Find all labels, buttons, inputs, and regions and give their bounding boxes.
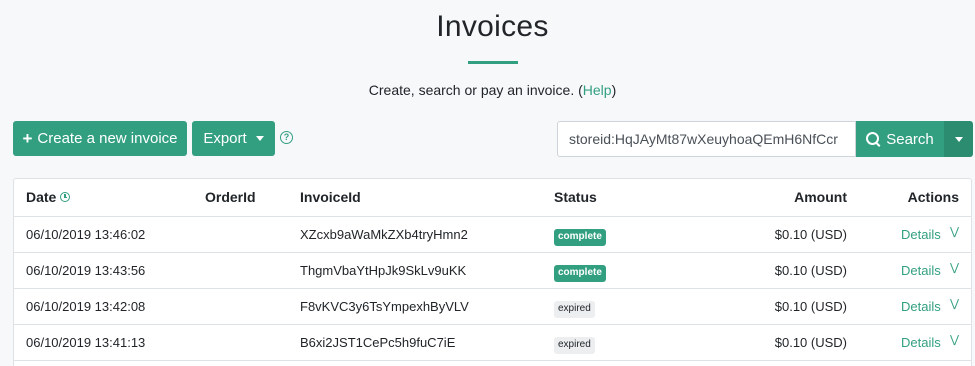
create-invoice-button[interactable]: + Create a new invoice <box>13 121 187 156</box>
search-input[interactable] <box>557 121 856 157</box>
clock-icon[interactable] <box>60 192 71 202</box>
cell-invoice-id: ThgmVbaYtHpJk9SkLv9uKK <box>300 263 467 278</box>
title-underline <box>468 61 518 64</box>
caret-down-icon <box>255 136 264 141</box>
chevron-double-down-icon[interactable]: ⋁ <box>950 297 959 310</box>
details-link[interactable]: Details <box>901 263 941 278</box>
search-icon <box>866 131 880 145</box>
status-badge: expired <box>554 337 595 354</box>
chevron-double-down-icon[interactable]: ⋁ <box>950 261 959 274</box>
table-row: 06/10/2019 13:43:56 ThgmVbaYtHpJk9SkLv9u… <box>14 253 971 289</box>
cell-date: 06/10/2019 13:42:08 <box>26 299 146 314</box>
page-title: Invoices <box>436 10 549 43</box>
cell-invoice-id: XZcxb9aWaMkZXb4tryHmn2 <box>300 227 468 242</box>
cell-amount: $0.10 (USD) <box>774 263 847 278</box>
chevron-double-down-icon[interactable]: ⋁ <box>950 225 959 238</box>
cell-status: complete <box>554 263 606 282</box>
page-subtitle: Create, search or pay an invoice. (Help) <box>0 82 975 98</box>
cell-amount: $0.10 (USD) <box>774 227 847 242</box>
details-link[interactable]: Details <box>901 299 941 314</box>
export-label: Export <box>203 130 247 147</box>
question-circle-icon[interactable]: ? <box>280 131 293 144</box>
column-header-orderid: OrderId <box>205 189 256 205</box>
details-link[interactable]: Details <box>901 227 941 242</box>
subtitle-end: ) <box>611 82 617 98</box>
cell-invoice-id: B6xi2JST1CePc5h9fuC7iE <box>300 335 456 350</box>
cell-date: 06/10/2019 13:46:02 <box>26 227 146 242</box>
column-header-amount: Amount <box>794 189 847 205</box>
create-invoice-label: Create a new invoice <box>37 130 178 147</box>
subtitle-text: Create, search or pay an invoice. ( <box>368 82 583 98</box>
export-button[interactable]: Export <box>192 121 275 156</box>
cell-status: complete <box>554 227 606 246</box>
status-badge: complete <box>554 229 606 246</box>
table-row: 06/10/2019 13:46:02 XZcxb9aWaMkZXb4tryHm… <box>14 217 971 253</box>
cell-status: expired <box>554 299 595 318</box>
column-header-actions: Actions <box>907 189 959 205</box>
plus-icon: + <box>22 128 33 148</box>
search-options-toggle[interactable] <box>944 121 973 157</box>
table-row: 06/10/2019 13:42:08 F8vKVC3y6TsYmpexhByV… <box>14 289 971 325</box>
cell-date: 06/10/2019 13:43:56 <box>26 263 146 278</box>
chevron-double-down-icon[interactable]: ⋁ <box>950 333 959 346</box>
status-badge: complete <box>554 265 606 282</box>
cell-amount: $0.10 (USD) <box>774 335 847 350</box>
details-link[interactable]: Details <box>901 335 941 350</box>
search-label: Search <box>886 130 934 148</box>
cell-invoice-id: F8vKVC3y6TsYmpexhByVLV <box>300 299 469 314</box>
column-header-date[interactable]: Date <box>26 189 71 205</box>
table-row: 06/10/2019 13:41:13 B6xi2JST1CePc5h9fuC7… <box>14 325 971 361</box>
cell-amount: $0.10 (USD) <box>774 299 847 314</box>
column-header-date-label: Date <box>26 189 57 205</box>
invoices-page: Invoices Create, search or pay an invoic… <box>0 0 975 366</box>
cell-status: expired <box>554 335 595 354</box>
status-badge: expired <box>554 301 595 318</box>
caret-down-icon <box>954 136 963 142</box>
column-header-invoiceid: InvoiceId <box>300 189 361 205</box>
help-link[interactable]: Help <box>583 82 612 98</box>
column-header-status: Status <box>554 189 597 205</box>
invoices-table: Date OrderId InvoiceId Status Amount Act… <box>13 178 972 366</box>
search-button[interactable]: Search <box>856 121 944 157</box>
cell-date: 06/10/2019 13:41:13 <box>26 335 146 350</box>
